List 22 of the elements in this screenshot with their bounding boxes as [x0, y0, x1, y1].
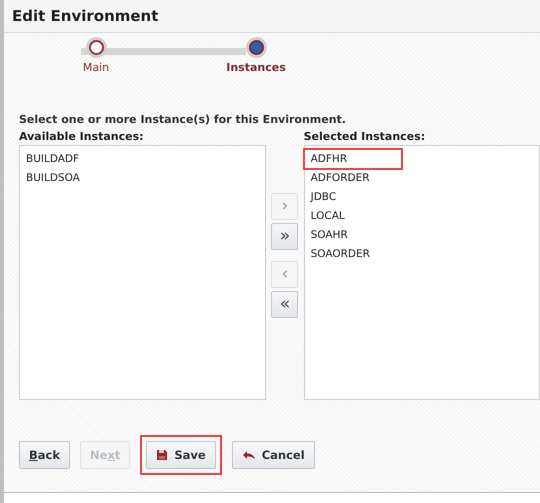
- list-item[interactable]: ADFHR: [304, 150, 401, 168]
- train-stop-label[interactable]: Instances: [226, 61, 286, 74]
- list-item[interactable]: ADFORDER: [304, 169, 401, 187]
- list-item[interactable]: BUILDSOA: [20, 169, 116, 187]
- undo-arrow-icon: [242, 450, 256, 460]
- list-item[interactable]: LOCAL: [304, 207, 401, 225]
- list-item[interactable]: JDBC: [304, 188, 401, 206]
- list-item[interactable]: SOAHR: [304, 226, 401, 244]
- list-item[interactable]: SOAORDER: [304, 245, 401, 263]
- save-button[interactable]: Save: [146, 441, 216, 469]
- back-button[interactable]: Back: [19, 441, 70, 469]
- train-stop[interactable]: [88, 40, 104, 55]
- dialog-title: Edit Environment: [12, 7, 158, 25]
- shuttle-button[interactable]: »: [271, 223, 298, 250]
- train-stop[interactable]: [248, 40, 264, 55]
- cancel-button[interactable]: Cancel: [232, 441, 315, 469]
- list-label: Available Instances:: [19, 130, 145, 143]
- list-item[interactable]: BUILDADF: [20, 150, 116, 168]
- instruction-text: Select one or more Instance(s) for this Environment.: [19, 113, 347, 126]
- shuttle-button[interactable]: «: [271, 291, 298, 318]
- train-stop-label[interactable]: Main: [82, 61, 110, 74]
- list-label: Selected Instances:: [304, 130, 426, 143]
